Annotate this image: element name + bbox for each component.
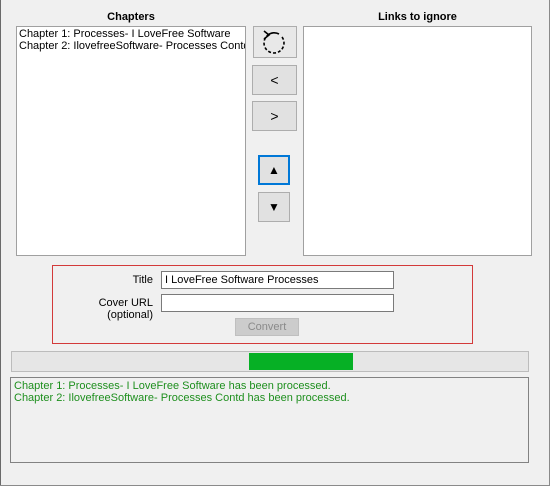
refresh-icon (260, 29, 290, 55)
progress-bar (11, 351, 529, 372)
links-to-ignore-listbox[interactable] (303, 26, 532, 256)
move-down-button[interactable]: ▼ (258, 192, 290, 222)
log-line: Chapter 1: Processes- I LoveFree Softwar… (14, 380, 331, 392)
log-line: Chapter 2: IlovefreeSoftware- Processes … (14, 392, 350, 404)
move-right-button[interactable]: > (252, 101, 297, 131)
links-to-ignore-label: Links to ignore (378, 11, 457, 23)
window-left-edge (0, 0, 1, 486)
title-input[interactable]: I LoveFree Software Processes (161, 271, 394, 289)
move-up-button[interactable]: ▲ (258, 155, 290, 185)
progress-fill (249, 353, 353, 370)
cover-url-label: Cover URL (optional) (98, 297, 153, 321)
chapters-label: Chapters (107, 11, 155, 23)
chapter-item[interactable]: Chapter 1: Processes- I LoveFree Softwar… (19, 28, 243, 40)
refresh-button[interactable] (253, 26, 297, 58)
move-left-button[interactable]: < (252, 65, 297, 95)
log-output: Chapter 1: Processes- I LoveFree Softwar… (10, 377, 529, 463)
cover-url-input[interactable] (161, 294, 394, 312)
chapters-listbox[interactable]: Chapter 1: Processes- I LoveFree Softwar… (16, 26, 246, 256)
convert-button[interactable]: Convert (235, 318, 299, 336)
chapter-item[interactable]: Chapter 2: IlovefreeSoftware- Processes … (19, 40, 245, 52)
title-label: Title (132, 274, 153, 286)
